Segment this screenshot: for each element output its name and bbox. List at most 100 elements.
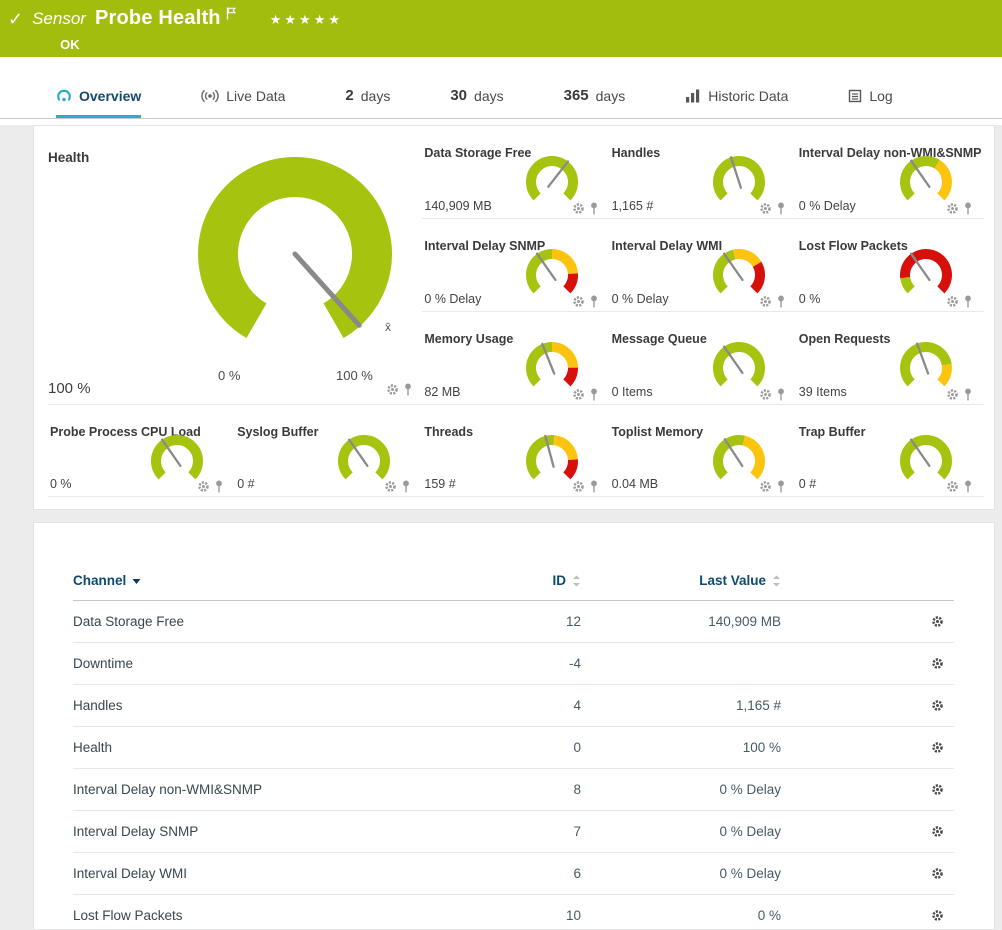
gauge-pin-icon[interactable]	[964, 202, 972, 215]
channels-panel: Channel ID Last Value	[33, 522, 995, 930]
gauge-settings-gear-icon[interactable]	[572, 202, 585, 215]
gauge-tile: Interval Delay WMI0 % Delay	[610, 219, 797, 312]
gauge-title: Threads	[424, 425, 473, 439]
gauge-pin-icon[interactable]	[777, 388, 785, 401]
gauge-settings-gear-icon[interactable]	[759, 295, 772, 308]
gauge-settings-gear-icon[interactable]	[386, 383, 399, 396]
gauge-title: Health	[48, 150, 89, 165]
channel-settings-gear-icon[interactable]	[781, 615, 954, 628]
tab-number: 30	[450, 87, 467, 104]
gauge-title: Handles	[612, 146, 661, 160]
gauge-min-label: 0 %	[218, 368, 240, 383]
channel-last-value: 0 % Delay	[581, 853, 781, 895]
gauge-pin-icon[interactable]	[777, 480, 785, 493]
gauge-value: 140,909 MB	[424, 199, 491, 213]
gauge-pin-icon[interactable]	[402, 480, 410, 493]
gauge-pin-icon[interactable]	[404, 383, 412, 396]
gauge-tile: Trap Buffer0 #	[797, 405, 984, 497]
health-gauge-tile: Health0 %100 %x̄100 %	[48, 126, 422, 405]
gauge-title: Toplist Memory	[612, 425, 703, 439]
channel-name[interactable]: Downtime	[73, 656, 133, 671]
channel-last-value: 0 % Delay	[581, 811, 781, 853]
gauge-dial	[888, 334, 964, 396]
tab-live-data[interactable]: Live Data	[201, 88, 285, 118]
tab-label: Log	[869, 88, 892, 104]
gauge-tile: Threads159 #	[422, 405, 609, 497]
channel-last-value: 140,909 MB	[581, 601, 781, 643]
column-header-channel[interactable]: Channel	[73, 573, 493, 588]
tab-2-days[interactable]: 2days	[345, 87, 390, 118]
tab-30-days[interactable]: 30days	[450, 87, 503, 118]
gauge-pin-icon[interactable]	[964, 480, 972, 493]
gauge-pin-icon[interactable]	[215, 480, 223, 493]
page-title: Probe Health	[95, 7, 221, 30]
channel-name[interactable]: Lost Flow Packets	[73, 908, 183, 923]
column-label-last-value: Last Value	[699, 573, 766, 588]
channel-settings-gear-icon[interactable]	[781, 699, 954, 712]
gauge-settings-gear-icon[interactable]	[384, 480, 397, 493]
gauge-tile: Toplist Memory0.04 MB	[610, 405, 797, 497]
gauge-settings-gear-icon[interactable]	[946, 295, 959, 308]
flag-icon[interactable]	[226, 7, 236, 25]
channel-settings-gear-icon[interactable]	[781, 657, 954, 670]
channel-last-value: 100 %	[581, 727, 781, 769]
gauge-settings-gear-icon[interactable]	[759, 388, 772, 401]
gauge-title: Open Requests	[799, 332, 891, 346]
gauge-pin-icon[interactable]	[777, 202, 785, 215]
gauge-pin-icon[interactable]	[590, 202, 598, 215]
channel-name[interactable]: Data Storage Free	[73, 614, 184, 629]
health-gauge-dial	[170, 146, 420, 362]
column-header-last-value[interactable]: Last Value	[581, 573, 781, 588]
gauge-settings-gear-icon[interactable]	[197, 480, 210, 493]
priority-stars[interactable]: ★★★★★	[270, 12, 343, 28]
tab-label: days	[596, 88, 626, 104]
table-row: Interval Delay non-WMI&SNMP80 % Delay	[73, 769, 954, 811]
channel-settings-gear-icon[interactable]	[781, 783, 954, 796]
gauge-pin-icon[interactable]	[964, 295, 972, 308]
channel-settings-gear-icon[interactable]	[781, 909, 954, 922]
table-row: Handles41,165 #	[73, 685, 954, 727]
tab-label: days	[361, 88, 391, 104]
gauge-settings-gear-icon[interactable]	[759, 202, 772, 215]
sensor-header: ✓ Sensor Probe Health ★★★★★ OK	[0, 0, 1002, 57]
gauge-settings-gear-icon[interactable]	[572, 480, 585, 493]
gauge-tile: Probe Process CPU Load0 %	[48, 405, 235, 497]
channel-name[interactable]: Interval Delay non-WMI&SNMP	[73, 782, 262, 797]
gauge-value: 100 %	[48, 380, 91, 397]
gauge-pin-icon[interactable]	[777, 295, 785, 308]
gauge-settings-gear-icon[interactable]	[759, 480, 772, 493]
sensor-title-block: Sensor Probe Health ★★★★★ OK	[32, 7, 343, 52]
gauge-value: 0 #	[237, 477, 254, 491]
gauge-settings-gear-icon[interactable]	[572, 388, 585, 401]
channel-settings-gear-icon[interactable]	[781, 867, 954, 880]
channel-name[interactable]: Interval Delay WMI	[73, 866, 187, 881]
tab-log[interactable]: Log	[848, 88, 892, 118]
gauge-settings-gear-icon[interactable]	[572, 295, 585, 308]
tab-historic-data[interactable]: Historic Data	[685, 88, 788, 118]
channel-last-value: 0 %	[581, 895, 781, 930]
gauge-pin-icon[interactable]	[590, 295, 598, 308]
gauge-settings-gear-icon[interactable]	[946, 202, 959, 215]
tab-overview[interactable]: Overview	[56, 88, 141, 118]
gauge-title: Memory Usage	[424, 332, 513, 346]
gauge-pin-icon[interactable]	[964, 388, 972, 401]
channel-name[interactable]: Interval Delay SNMP	[73, 824, 198, 839]
gauge-value: 39 Items	[799, 385, 847, 399]
status-badge: OK	[60, 37, 343, 52]
channel-settings-gear-icon[interactable]	[781, 825, 954, 838]
channel-settings-gear-icon[interactable]	[781, 741, 954, 754]
gauge-pin-icon[interactable]	[590, 480, 598, 493]
gauge-pin-icon[interactable]	[590, 388, 598, 401]
channel-name[interactable]: Health	[73, 740, 112, 755]
tab-label: Historic Data	[708, 88, 788, 104]
channel-name[interactable]: Handles	[73, 698, 123, 713]
column-header-id[interactable]: ID	[493, 573, 581, 588]
gauge-settings-gear-icon[interactable]	[946, 480, 959, 493]
live-icon	[201, 89, 219, 103]
gauge-value: 0 %	[50, 477, 72, 491]
channel-last-value	[581, 643, 781, 685]
gauge-dial	[888, 148, 964, 210]
channel-id: 10	[493, 895, 581, 930]
tab-365-days[interactable]: 365days	[564, 87, 626, 118]
gauge-settings-gear-icon[interactable]	[946, 388, 959, 401]
